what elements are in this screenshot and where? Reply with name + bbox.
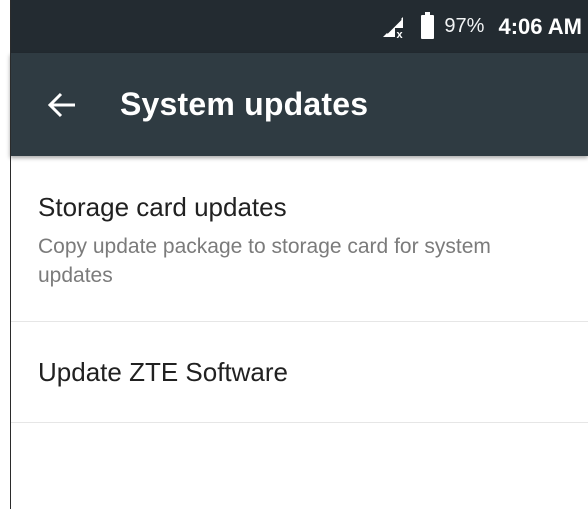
app-bar: System updates — [10, 53, 588, 156]
status-bar: x 97% 4:06 AM — [10, 0, 588, 53]
battery-icon — [421, 11, 435, 39]
arrow-back-icon — [47, 92, 75, 117]
settings-list: Storage card updates Copy update package… — [10, 156, 588, 423]
window-edge — [10, 0, 11, 509]
no-sim-signal-icon: x — [381, 15, 407, 39]
page-title: System updates — [120, 86, 369, 122]
list-item-subtitle: Copy update package to storage card for … — [38, 235, 491, 287]
svg-text:x: x — [397, 29, 404, 39]
list-item-title: Storage card updates — [38, 192, 287, 222]
back-button[interactable] — [36, 79, 88, 131]
list-item-title: Update ZTE Software — [38, 357, 288, 387]
clock: 4:06 AM — [498, 13, 582, 39]
list-item-storage-card-updates[interactable]: Storage card updates Copy update package… — [10, 156, 588, 322]
list-item-update-zte-software[interactable]: Update ZTE Software — [10, 322, 588, 423]
battery-percent: 97% — [444, 15, 485, 37]
